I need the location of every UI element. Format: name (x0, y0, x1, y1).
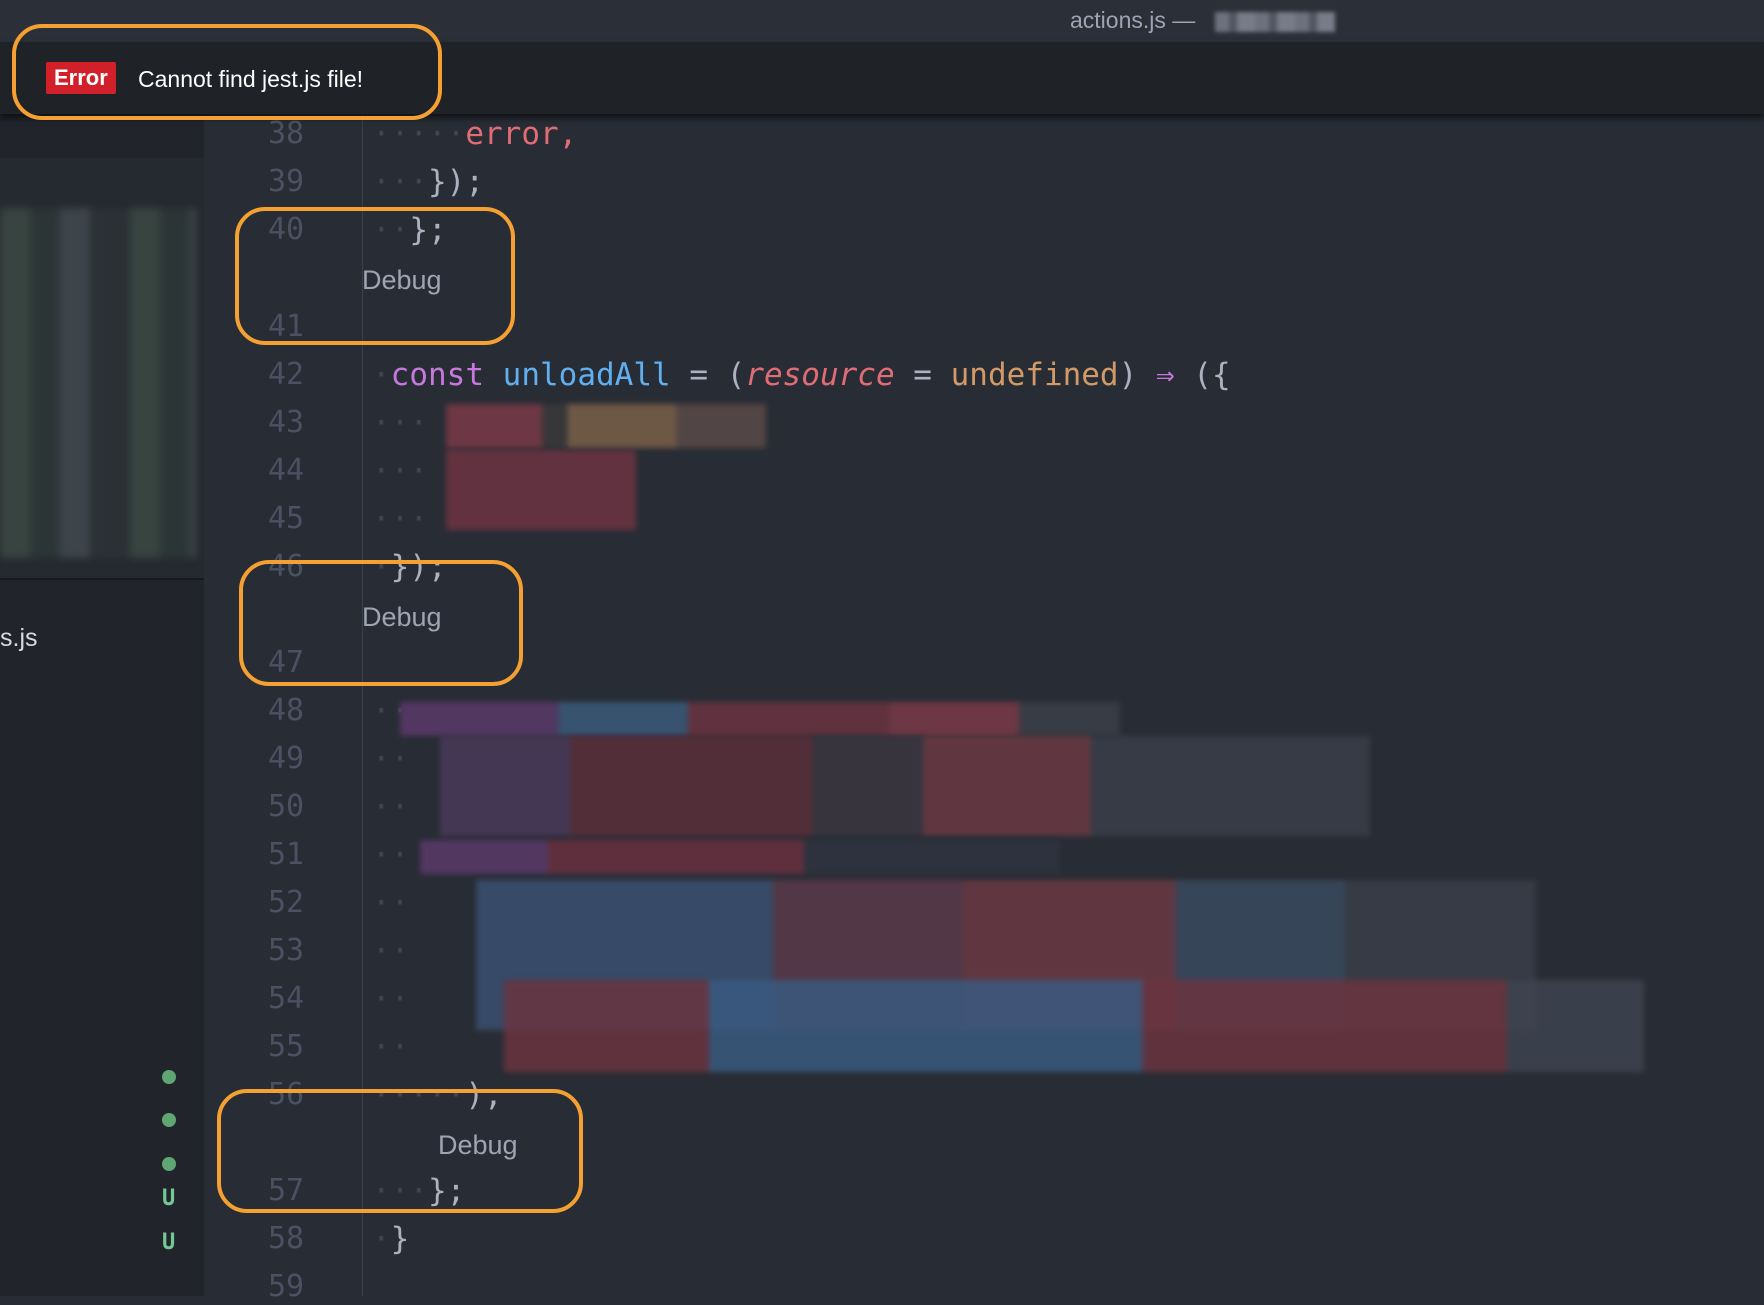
line-number: 43 (268, 405, 305, 440)
code-line: ·· (372, 837, 410, 873)
code-line: ··· (372, 501, 428, 537)
code-token: }); (390, 549, 447, 585)
debug-codelens[interactable]: Debug (438, 1130, 518, 1161)
code-token: undefined (950, 357, 1119, 393)
line-number: 49 (268, 741, 305, 776)
redacted-content (0, 208, 196, 558)
git-modified-dot (162, 1070, 176, 1084)
code-line: ·const unloadAll = (resource = undefined… (372, 357, 1231, 393)
line-number: 48 (268, 693, 305, 728)
error-badge: Error (46, 62, 116, 94)
code-line: ·· (372, 789, 410, 825)
code-line: ·· (372, 885, 410, 921)
line-number: 57 (268, 1173, 305, 1208)
line-number: 45 (268, 501, 305, 536)
code-token: ({ (1193, 357, 1231, 393)
redacted-code (420, 840, 1060, 874)
title-bar: actions.js — (0, 0, 1764, 42)
code-line: ·· (372, 933, 410, 969)
code-line: ·} (372, 1221, 410, 1257)
code-token: } (390, 1221, 410, 1257)
line-number: 41 (268, 309, 305, 344)
git-untracked-indicator: U (162, 1230, 176, 1255)
line-number: 51 (268, 837, 305, 872)
line-number: 59 (268, 1269, 305, 1304)
line-number: 44 (268, 453, 305, 488)
line-number: 58 (268, 1221, 305, 1256)
code-line: ···}; (372, 1173, 466, 1209)
code-token: const (390, 357, 484, 393)
code-line: ·· (372, 741, 410, 777)
code-token: }; (428, 1173, 466, 1209)
error-notification: Error Cannot find jest.js file! (0, 42, 1764, 114)
code-line: ··}; (372, 212, 447, 248)
code-token: ) (1118, 357, 1138, 393)
line-number: 56 (268, 1077, 305, 1112)
code-token: ⇒ (1137, 357, 1194, 393)
error-message: Cannot find jest.js file! (138, 66, 364, 92)
code-line: ··· (372, 405, 428, 441)
code-line: ··· (372, 453, 428, 489)
git-untracked-indicator: U (162, 1186, 176, 1211)
code-token: error, (465, 116, 578, 152)
code-token: ), (465, 1077, 503, 1113)
code-token: resource (745, 357, 895, 393)
redacted-code (504, 980, 1644, 1072)
line-number: 55 (268, 1029, 305, 1064)
redacted-project-name (1215, 12, 1335, 32)
line-number: 52 (268, 885, 305, 920)
line-number: 39 (268, 164, 305, 199)
line-number: 50 (268, 789, 305, 824)
line-number: 53 (268, 933, 305, 968)
line-number: 38 (268, 116, 305, 151)
redacted-code (400, 702, 1120, 736)
debug-codelens[interactable]: Debug (362, 265, 442, 296)
code-line: ·····error, (372, 116, 578, 152)
code-line: ·····), (372, 1077, 503, 1113)
code-line: ···}); (372, 164, 484, 200)
code-line: ·· (372, 981, 410, 1017)
tree-file-item[interactable]: s.js (0, 624, 38, 653)
code-line: ·· (372, 1029, 410, 1065)
line-number: 42 (268, 357, 305, 392)
redacted-code (446, 450, 636, 530)
code-token: }; (409, 212, 447, 248)
line-number: 40 (268, 212, 305, 247)
line-number: 46 (268, 549, 305, 584)
git-modified-dot (162, 1157, 176, 1171)
code-token: = (894, 357, 951, 393)
git-modified-dot (162, 1113, 176, 1127)
line-number: 47 (268, 645, 305, 680)
redacted-code (440, 736, 1370, 836)
window-title: actions.js — (1070, 7, 1196, 33)
line-number: 54 (268, 981, 305, 1016)
code-line: ·}); (372, 549, 447, 585)
code-token: unloadAll (502, 357, 671, 393)
code-token: }); (428, 164, 484, 200)
redacted-panel (0, 158, 204, 580)
code-token: = ( (670, 357, 746, 393)
debug-codelens[interactable]: Debug (362, 602, 442, 633)
tree-view-sidebar: s.js U U (0, 114, 204, 1296)
redacted-code (446, 404, 766, 448)
